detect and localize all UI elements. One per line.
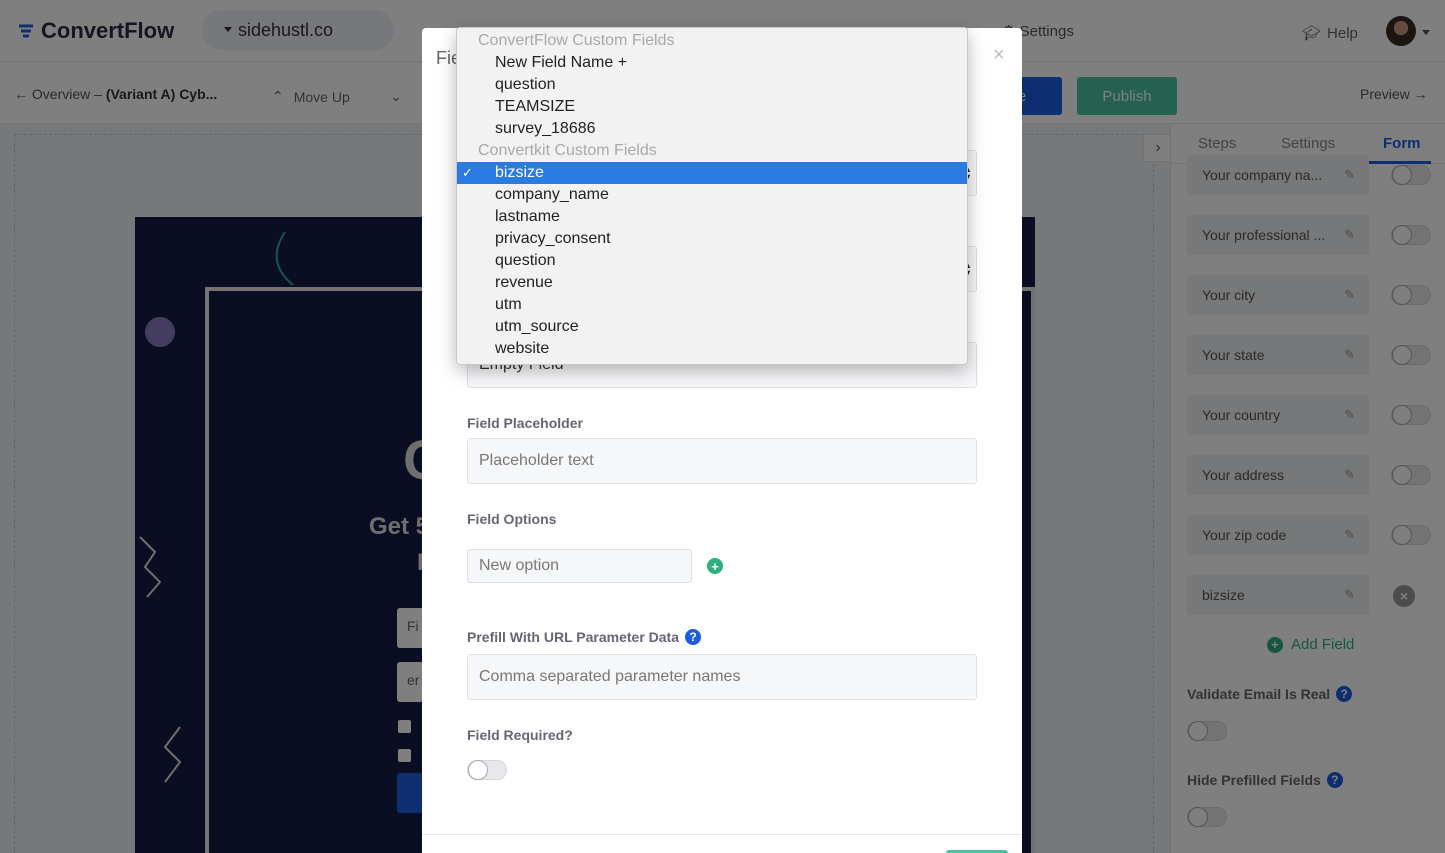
dropdown-option[interactable]: New Field Name + [457,52,967,74]
dropdown-option[interactable]: utm [457,294,967,316]
dropdown-option[interactable]: website [457,338,967,360]
dropdown-option[interactable]: utm_source [457,316,967,338]
dropdown-option[interactable]: question [457,250,967,272]
new-option-input[interactable]: New option [467,549,692,583]
help-question-icon[interactable]: ? [685,629,702,645]
field-name-dropdown-list[interactable]: ConvertFlow Custom Fields New Field Name… [456,27,968,365]
dropdown-option-selected[interactable]: ✓ bizsize [457,162,967,184]
modal-footer-divider [422,834,1022,835]
close-icon[interactable]: × [993,44,1005,67]
dropdown-option[interactable]: privacy_consent [457,228,967,250]
toggle-knob [468,760,488,780]
optgroup-label: Convertkit Custom Fields [478,142,657,159]
checkmark-icon: ✓ [462,165,473,180]
dropdown-option[interactable]: revenue [457,272,967,294]
options-label: Field Options [467,511,557,527]
placeholder-input[interactable]: Placeholder text [467,438,977,484]
dropdown-option[interactable]: company_name [457,184,967,206]
dropdown-option[interactable]: question [457,74,967,96]
required-label: Field Required? [467,727,573,743]
prefill-label-text: Prefill With URL Parameter Data [467,629,680,645]
dropdown-option[interactable]: lastname [457,206,967,228]
dropdown-option[interactable]: survey_18686 [457,118,967,140]
prefill-params-input[interactable]: Comma separated parameter names [467,654,977,700]
placeholder-label: Field Placeholder [467,415,583,431]
option-label: bizsize [495,164,544,181]
optgroup-label: ConvertFlow Custom Fields [478,32,675,49]
required-toggle[interactable] [467,760,507,780]
prefill-label: Prefill With URL Parameter Data ? [467,629,702,645]
dropdown-option[interactable]: TEAMSIZE [457,96,967,118]
add-option-icon[interactable]: + [707,558,723,574]
